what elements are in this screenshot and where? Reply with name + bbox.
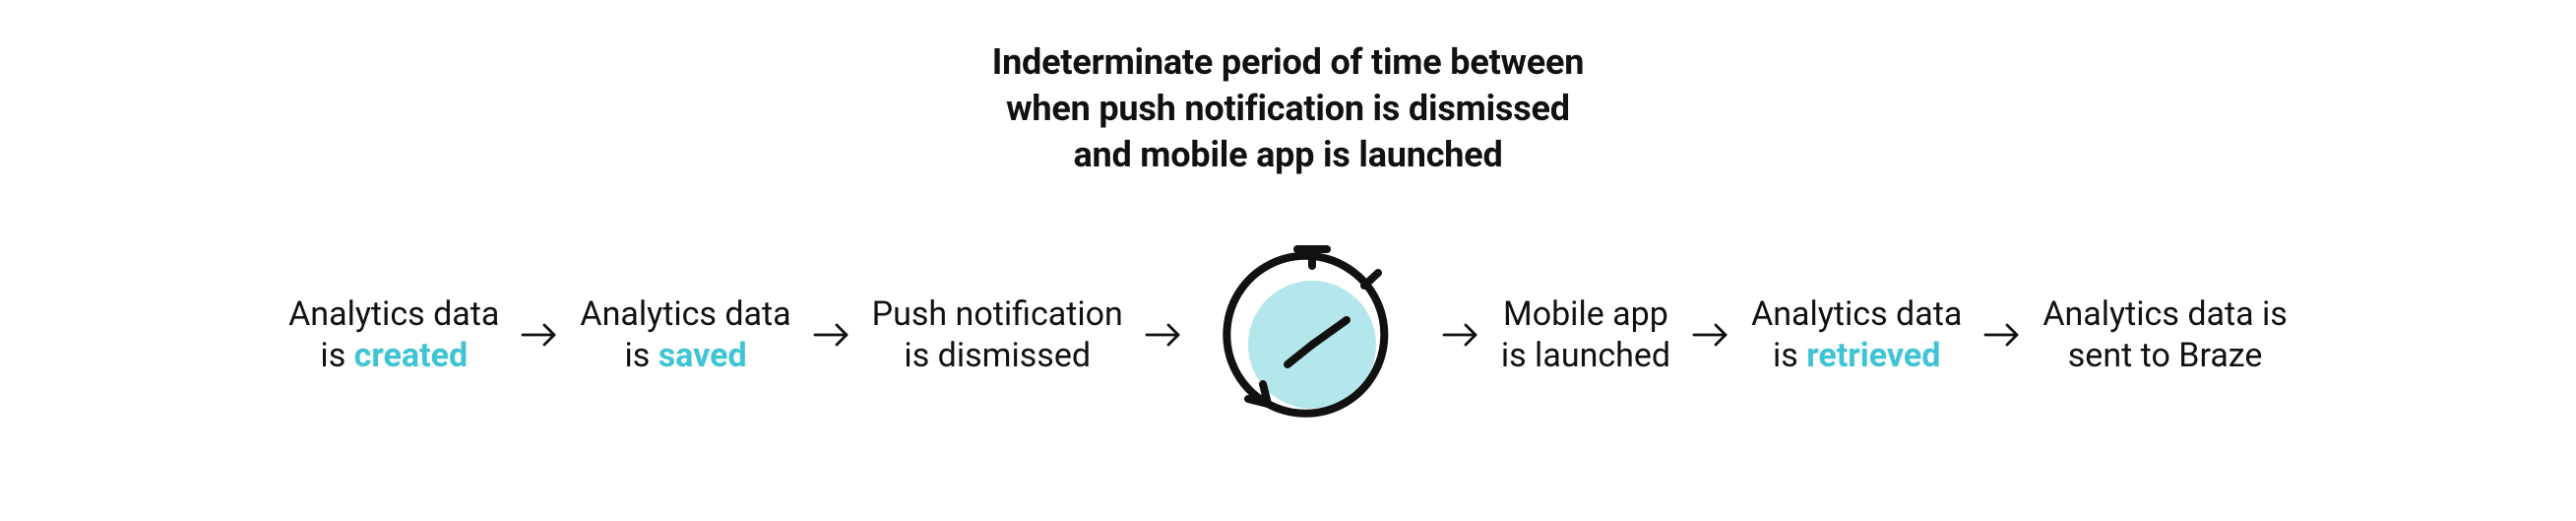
step-text-mid: is — [320, 336, 353, 375]
diagram-root: Indeterminate period of time between whe… — [0, 0, 2576, 521]
step-text-em: saved — [659, 336, 747, 375]
caption-line: when push notification is dismissed — [992, 86, 1585, 132]
arrow-icon — [1688, 312, 1733, 358]
step-text-mid: is — [1773, 336, 1806, 375]
step-text-mid: is — [624, 336, 658, 375]
step-text: is dismissed — [872, 335, 1123, 377]
step-text: sent to Braze — [2042, 335, 2288, 377]
step-dismissed: Push notification is dismissed — [872, 293, 1123, 377]
step-text: Analytics data — [1751, 293, 1962, 336]
caption-line: and mobile app is launched — [992, 132, 1585, 178]
arrow-icon — [809, 312, 854, 358]
step-text: is saved — [580, 335, 790, 377]
flow-row: Analytics data is created Analytics data… — [0, 227, 2576, 443]
step-saved: Analytics data is saved — [580, 293, 790, 377]
arrow-icon — [1438, 312, 1483, 358]
step-text: is launched — [1501, 335, 1670, 377]
step-text-em: retrieved — [1806, 336, 1940, 375]
step-created: Analytics data is created — [288, 293, 499, 377]
stopwatch-icon — [1204, 227, 1420, 443]
arrow-icon — [517, 312, 562, 358]
step-text: Analytics data — [288, 293, 499, 336]
diagram-caption: Indeterminate period of time between whe… — [992, 39, 1585, 177]
step-launched: Mobile app is launched — [1501, 293, 1670, 377]
step-text: is created — [288, 335, 499, 377]
caption-line: Indeterminate period of time between — [992, 39, 1585, 86]
step-retrieved: Analytics data is retrieved — [1751, 293, 1962, 377]
step-text: Mobile app — [1501, 293, 1670, 336]
step-text: Analytics data is — [2042, 293, 2288, 336]
arrow-icon — [1979, 312, 2025, 358]
step-sent-to-braze: Analytics data is sent to Braze — [2042, 293, 2288, 377]
step-text: Analytics data — [580, 293, 790, 336]
step-text: Push notification — [872, 293, 1123, 336]
step-text-em: created — [354, 336, 468, 375]
step-text: is retrieved — [1751, 335, 1962, 377]
arrow-icon — [1141, 312, 1186, 358]
